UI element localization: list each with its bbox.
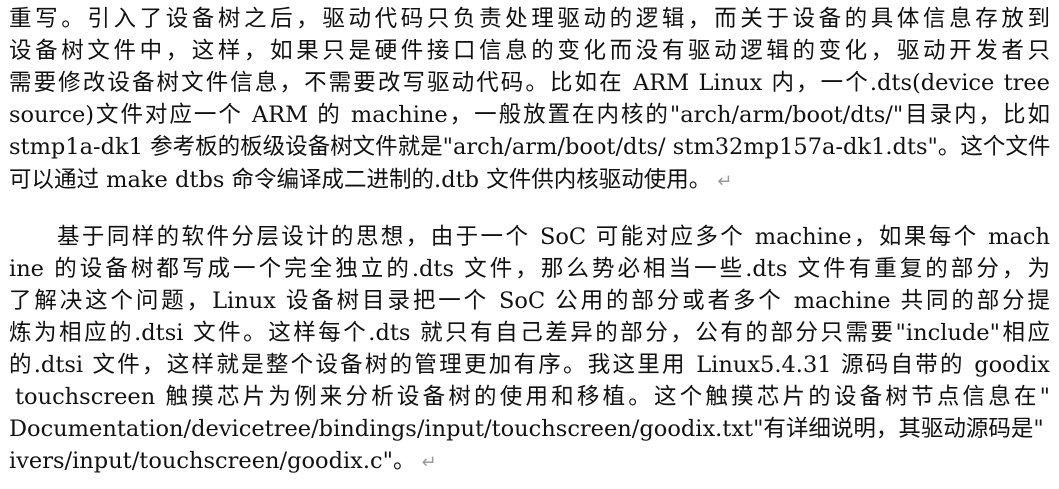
paragraph-1-line-3: 需要修改设备树文件信息，不需要改写驱动代码。比如在 ARM Linux 内，一个… <box>9 70 1050 96</box>
paragraph-2-line-7: Documentation/devicetree/bindings/input/… <box>9 416 1050 442</box>
paragraph-mark-icon: ↵ <box>421 452 437 473</box>
paragraph-2-line-8: ivers/input/touchscreen/goodix.c"。 ↵ <box>9 446 1050 476</box>
paragraph-1-line-4: source)文件对应一个 ARM 的 machine，一般放置在内核的"arc… <box>9 102 1050 128</box>
paragraph-mark-icon: ↵ <box>717 171 733 192</box>
paragraph-1-line-6: 可以通过 make dtbs 命令编译成二进制的.dtb 文件供内核驱动使用。 ↵ <box>9 165 1050 195</box>
paragraph-2-line-6: touchscreen 触摸芯片为例来分析设备树的使用和移植。这个触摸芯片的设备… <box>15 384 1050 410</box>
paragraph-2-line-1: 基于同样的软件分层设计的思想，由于一个 SoC 可能对应多个 machine，如… <box>57 224 1050 250</box>
paragraph-1-line-6-text: 可以通过 make dtbs 命令编译成二进制的.dtb 文件供内核驱动使用。 <box>9 167 712 193</box>
paragraph-2-line-5: 的.dtsi 文件，这样就是整个设备树的管理更加有序。我这里用 Linux5.4… <box>9 352 1050 378</box>
paragraph-1-line-5: stmp1a-dk1 参考板的板级设备树文件就是"arch/arm/boot/d… <box>9 134 1050 160</box>
paragraph-1-line-1: 重写。引入了设备树之后，驱动代码只负责处理驱动的逻辑，而关于设备的具体信息存放到 <box>9 6 1050 32</box>
paragraph-2-line-8-text: ivers/input/touchscreen/goodix.c"。 <box>9 448 416 474</box>
paragraph-2-line-3: 了解决这个问题，Linux 设备树目录把一个 SoC 公用的部分或者多个 mac… <box>9 288 1050 314</box>
paragraph-2-line-2: ine 的设备树都写成一个完全独立的.dts 文件，那么势必相当一些.dts 文… <box>9 256 1050 282</box>
document-page: 重写。引入了设备树之后，驱动代码只负责处理驱动的逻辑，而关于设备的具体信息存放到… <box>0 0 1059 489</box>
paragraph-2-line-4: 炼为相应的.dtsi 文件。这样每个.dts 就只有自己差异的部分，公有的部分只… <box>9 320 1050 346</box>
paragraph-1-line-2: 设备树文件中，这样，如果只是硬件接口信息的变化而没有驱动逻辑的变化，驱动开发者只 <box>9 38 1050 64</box>
